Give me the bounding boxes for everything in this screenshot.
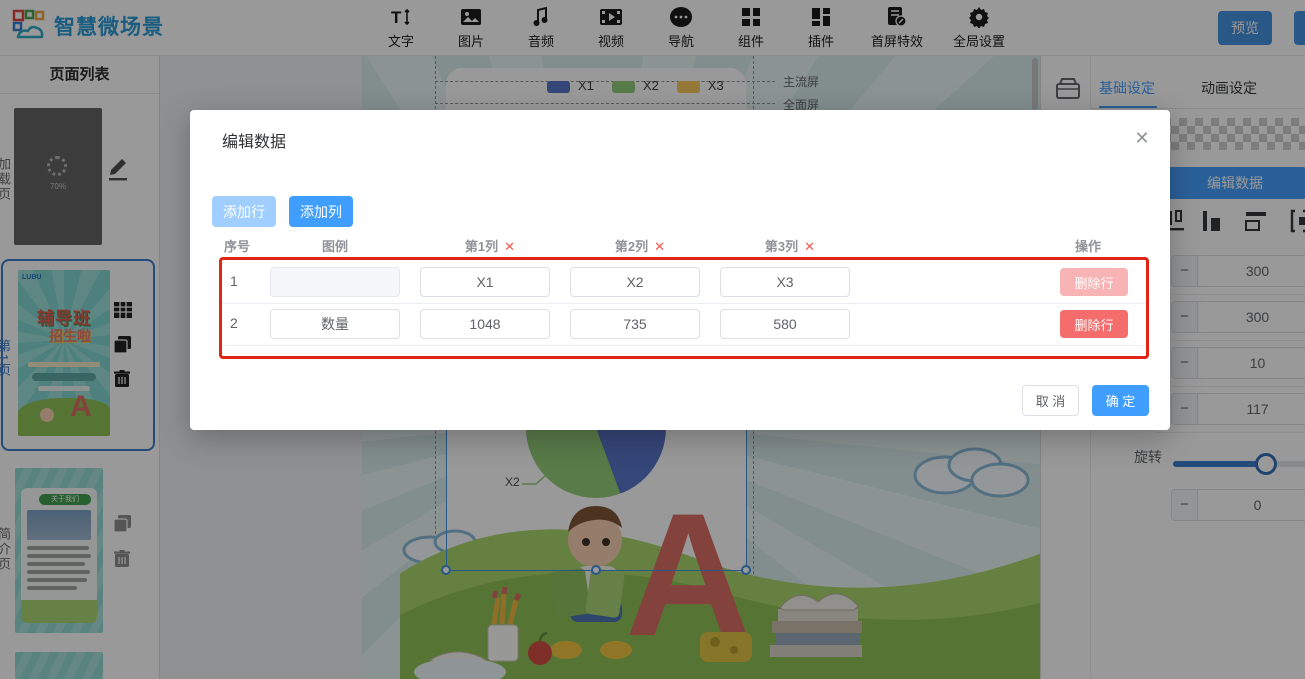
row2-delete-button[interactable]: 删除行 (1060, 310, 1128, 338)
add-row-button[interactable]: 添加行 (212, 196, 276, 227)
close-icon[interactable]: ✕ (1130, 126, 1154, 150)
row1-index: 1 (230, 273, 238, 289)
header-index: 序号 (224, 236, 250, 255)
header-legend: 图例 (310, 236, 360, 255)
row1-col2-input[interactable]: X2 (570, 267, 700, 297)
row1-delete-button[interactable]: 删除行 (1060, 268, 1128, 296)
row1-col1-input[interactable]: X1 (420, 267, 550, 297)
edit-data-modal: 编辑数据 ✕ 添加行 添加列 序号 图例 第1列✕ 第2列✕ 第3列✕ 操作 1… (190, 110, 1170, 430)
cancel-button[interactable]: 取 消 (1022, 385, 1079, 416)
delete-col2-icon[interactable]: ✕ (654, 239, 665, 254)
row2-legend-input[interactable]: 数量 (270, 309, 400, 339)
delete-col3-icon[interactable]: ✕ (804, 239, 815, 254)
row2-col3-input[interactable]: 580 (720, 309, 850, 339)
header-col2: 第2列✕ (595, 236, 685, 255)
confirm-button[interactable]: 确 定 (1092, 385, 1149, 416)
row1-legend-input[interactable] (270, 267, 400, 297)
row2-index: 2 (230, 315, 238, 331)
delete-col1-icon[interactable]: ✕ (504, 239, 515, 254)
add-column-button[interactable]: 添加列 (289, 196, 353, 227)
header-col1: 第1列✕ (445, 236, 535, 255)
header-col3: 第3列✕ (745, 236, 835, 255)
header-action: 操作 (1075, 236, 1101, 255)
modal-title: 编辑数据 (222, 128, 286, 152)
row2-col1-input[interactable]: 1048 (420, 309, 550, 339)
row2-col2-input[interactable]: 735 (570, 309, 700, 339)
row1-col3-input[interactable]: X3 (720, 267, 850, 297)
